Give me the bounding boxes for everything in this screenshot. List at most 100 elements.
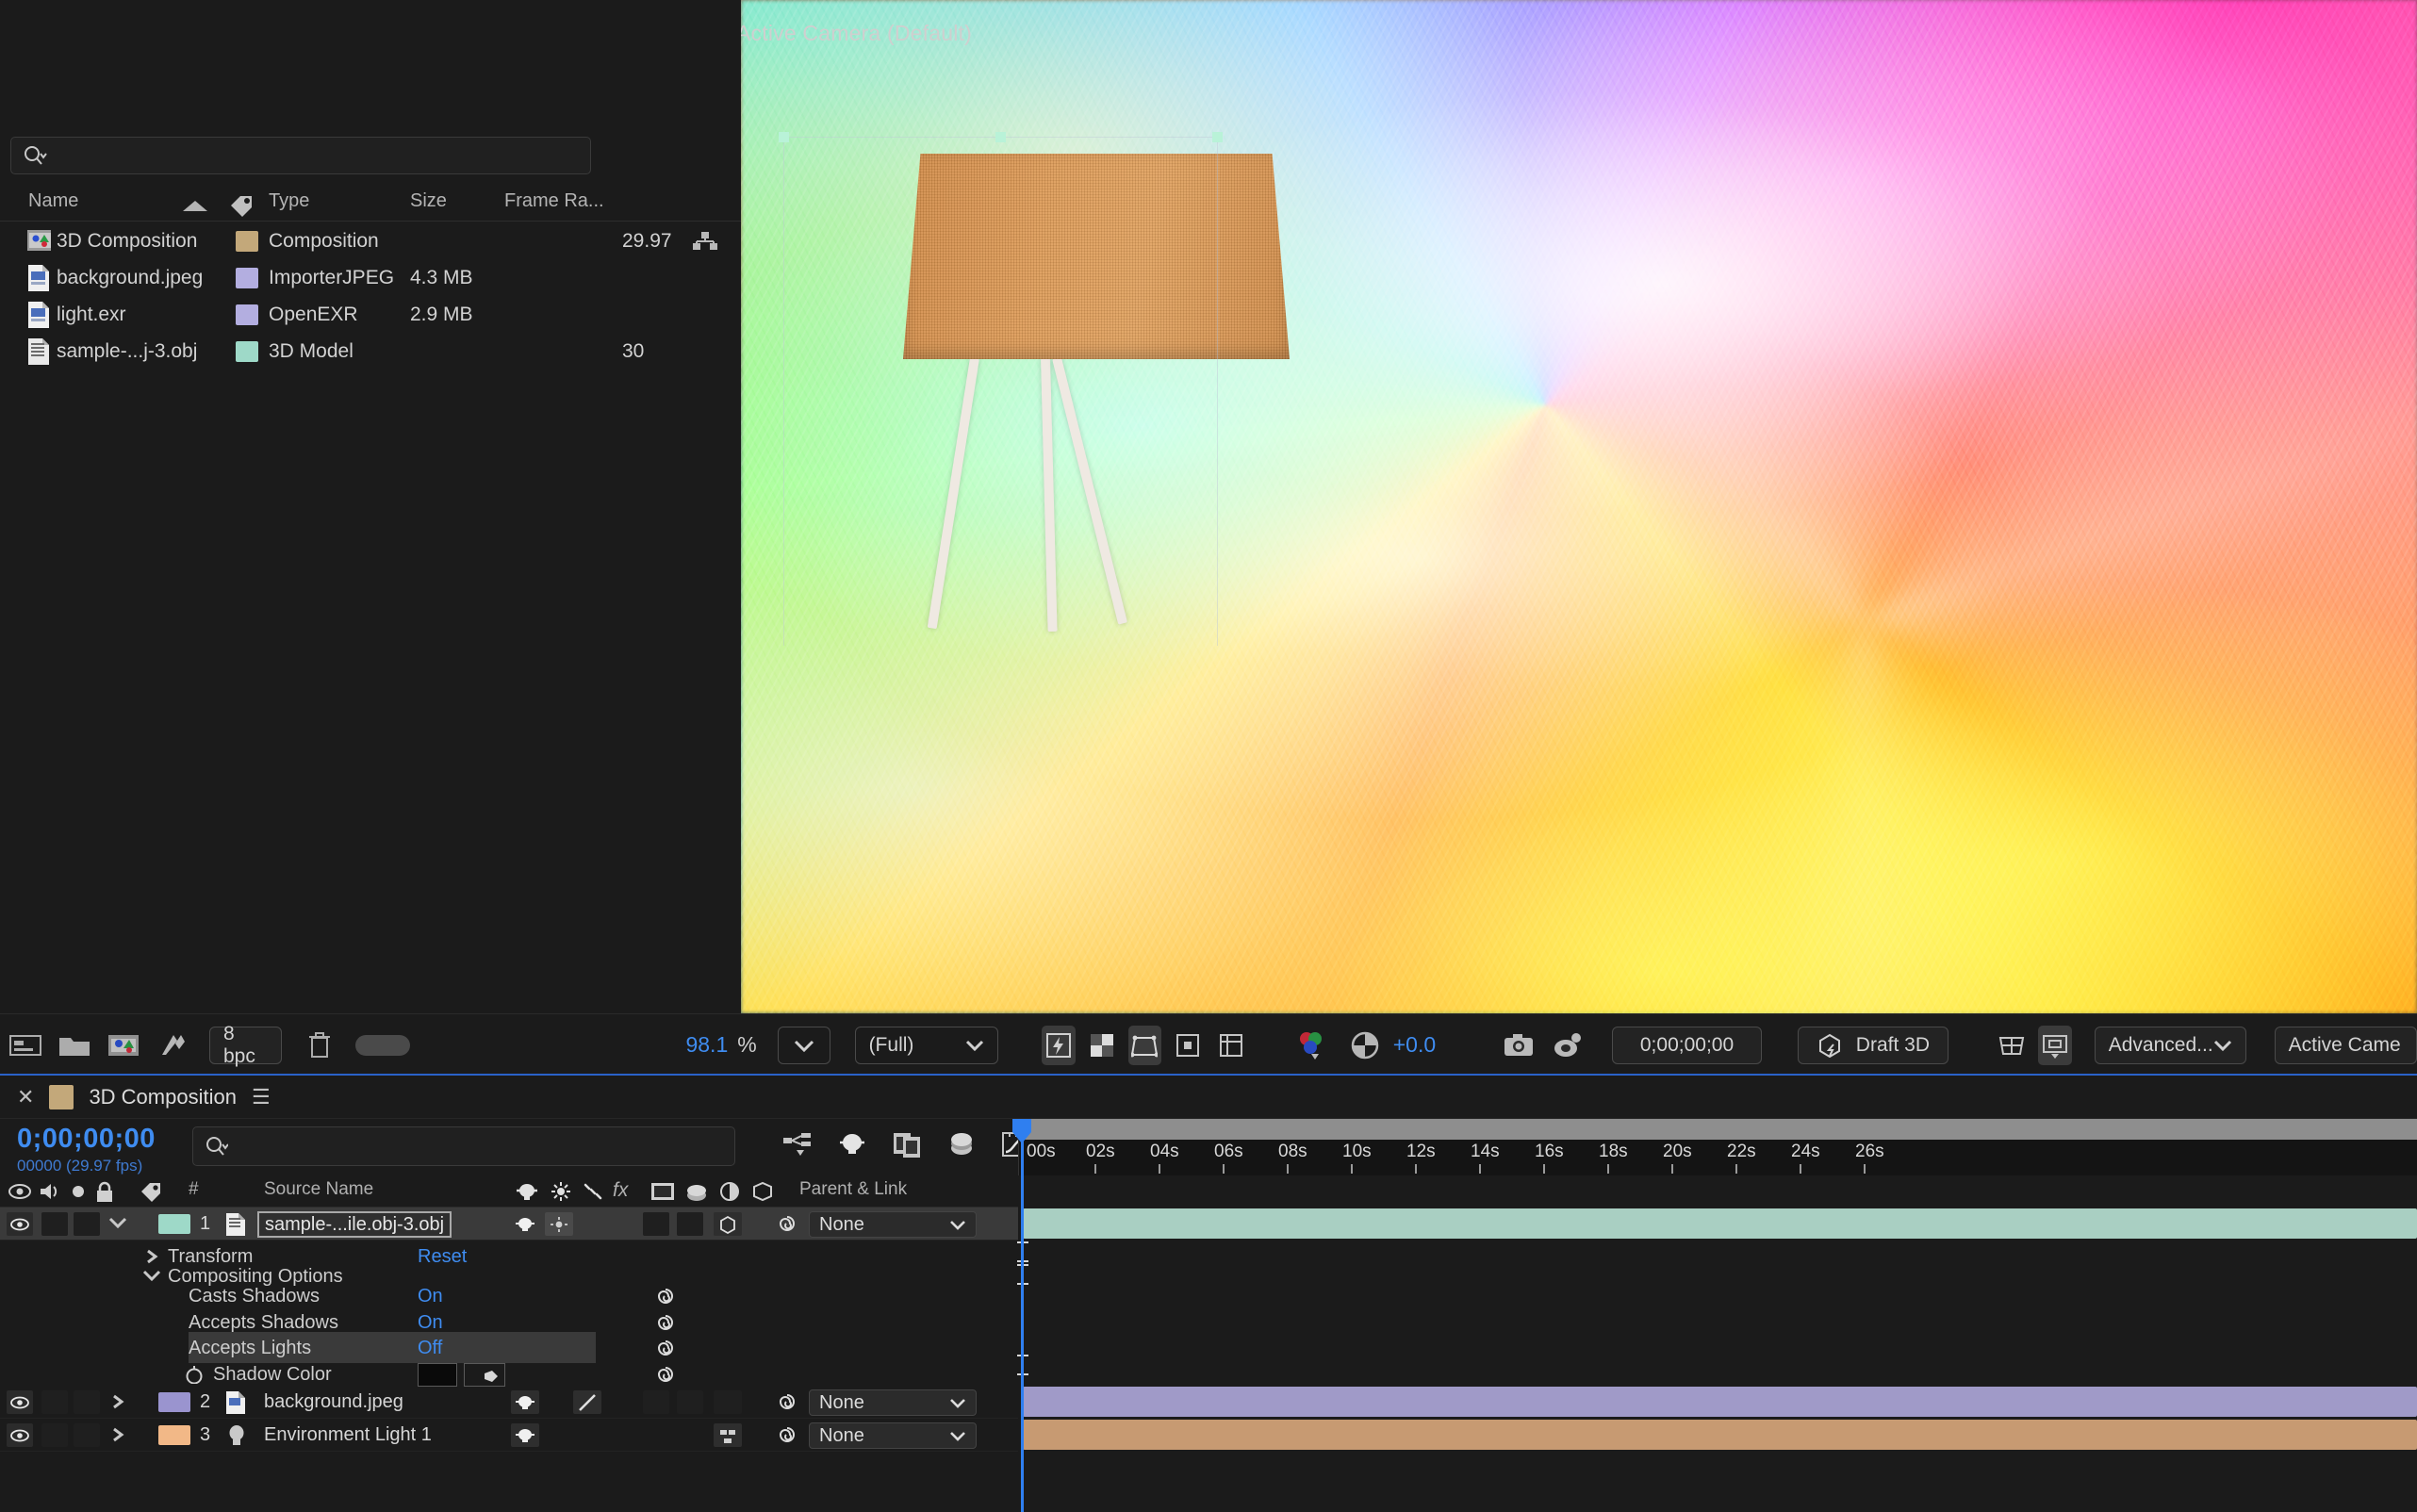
effects-star-icon[interactable] xyxy=(550,1181,572,1202)
layer-shy-toggle[interactable] xyxy=(511,1423,539,1447)
new-folder-icon[interactable] xyxy=(58,1027,90,1064)
project-item-swatch[interactable] xyxy=(236,304,258,325)
camera-framing-icon[interactable] xyxy=(2038,1025,2072,1065)
layer-solo-toggle[interactable] xyxy=(74,1212,100,1236)
column-header-type[interactable]: Type xyxy=(269,190,309,212)
property-pickwhip-icon[interactable] xyxy=(655,1364,676,1385)
property-value[interactable]: On xyxy=(418,1286,443,1307)
panel-menu-icon[interactable]: ☰ xyxy=(252,1085,271,1109)
project-item-row[interactable]: sample-...j-3.obj 3D Model 30 xyxy=(0,334,741,370)
column-header-number[interactable]: # xyxy=(189,1179,199,1200)
layer-visibility-toggle[interactable] xyxy=(7,1212,33,1236)
current-time-indicator-head[interactable] xyxy=(1011,1119,1033,1143)
layer-visibility-toggle[interactable] xyxy=(7,1390,33,1414)
transparency-grid-icon[interactable] xyxy=(1085,1026,1119,1065)
multi-view-icon[interactable] xyxy=(1996,1026,2030,1065)
label-tag-icon[interactable] xyxy=(140,1181,162,1202)
audio-icon[interactable] xyxy=(38,1181,62,1202)
layer-solo-toggle[interactable] xyxy=(74,1423,100,1447)
property-pickwhip-icon[interactable] xyxy=(655,1312,676,1333)
current-time-indicator[interactable] xyxy=(1021,1119,1024,1512)
timeline-layer-row[interactable]: 3 Environment Light 1 None xyxy=(0,1419,1018,1452)
layer-duration-bar[interactable] xyxy=(1023,1387,2417,1417)
selection-handle[interactable] xyxy=(779,132,789,142)
bit-depth-button[interactable]: 8 bpc xyxy=(209,1023,282,1067)
3d-layer-icon[interactable] xyxy=(750,1181,775,1202)
view-options-icon[interactable] xyxy=(1127,1025,1162,1065)
selection-handle[interactable] xyxy=(1212,132,1223,142)
project-item-swatch[interactable] xyxy=(236,268,258,288)
project-scroll-handle[interactable] xyxy=(355,1034,411,1056)
column-header-frame-rate[interactable]: Frame Ra... xyxy=(504,190,604,212)
fast-previews-icon[interactable] xyxy=(1042,1025,1077,1065)
viewer-canvas[interactable]: Y X Z Active Camera (Default) xyxy=(741,0,2417,1013)
motion-blur-stack-icon[interactable] xyxy=(684,1181,709,1202)
sort-ascending-icon[interactable] xyxy=(181,198,209,213)
grid-guides-icon[interactable] xyxy=(1214,1026,1248,1065)
project-item-swatch[interactable] xyxy=(236,231,258,252)
layer-name[interactable]: background.jpeg xyxy=(264,1391,403,1413)
zoom-dropdown[interactable] xyxy=(777,1026,830,1064)
layer-frame-blend-toggle[interactable] xyxy=(643,1390,669,1414)
chevron-right-icon[interactable] xyxy=(109,1393,126,1410)
draft-3d-button[interactable]: Draft 3D xyxy=(1798,1026,1948,1064)
stopwatch-icon[interactable] xyxy=(185,1365,204,1384)
timeline-ruler[interactable]: 00s 02s 04s 06s 08s 10s 12s 14s 16s 18s … xyxy=(1018,1119,2417,1175)
project-search-input[interactable] xyxy=(10,137,591,174)
parent-pickwhip-icon[interactable] xyxy=(777,1391,797,1412)
layer-visibility-toggle[interactable] xyxy=(7,1423,33,1447)
layer-name[interactable]: Environment Light 1 xyxy=(264,1424,432,1446)
layer-parent-dropdown[interactable]: None xyxy=(809,1422,977,1449)
timeline-search-field[interactable] xyxy=(227,1136,723,1157)
parent-pickwhip-icon[interactable] xyxy=(777,1424,797,1445)
frame-blending-icon[interactable] xyxy=(892,1130,922,1159)
eye-icon[interactable] xyxy=(8,1181,32,1202)
layer-3d-toggle[interactable] xyxy=(714,1390,742,1414)
composition-mini-flowchart-icon[interactable] xyxy=(782,1131,813,1158)
layer-parent-dropdown[interactable]: None xyxy=(809,1211,977,1238)
layer-label-swatch[interactable] xyxy=(158,1425,190,1445)
layer-audio-toggle[interactable] xyxy=(41,1212,68,1236)
timeline-layer-row[interactable]: 2 background.jpeg None xyxy=(0,1386,1018,1419)
adjustment-layer-icon[interactable] xyxy=(718,1181,741,1202)
renderer-dropdown[interactable]: Advanced... xyxy=(2094,1026,2246,1064)
column-header-source-name[interactable]: Source Name xyxy=(264,1179,373,1200)
layer-3d-indicator[interactable] xyxy=(714,1423,742,1447)
layer-duration-bar[interactable] xyxy=(1023,1208,2417,1239)
column-header-size[interactable]: Size xyxy=(410,190,447,212)
layer-motion-blur-toggle[interactable] xyxy=(677,1390,703,1414)
viewer-timecode-field[interactable]: 0;00;00;00 xyxy=(1611,1026,1763,1064)
exposure-icon[interactable] xyxy=(1349,1027,1379,1064)
timeline-layer-row[interactable]: 1 sample-...ile.obj-3.obj None xyxy=(0,1208,1018,1241)
adobe-fonts-icon[interactable] xyxy=(156,1027,189,1064)
layer-frame-blend-toggle[interactable] xyxy=(643,1212,669,1236)
render-queue-icon[interactable] xyxy=(9,1027,41,1064)
project-item-row[interactable]: background.jpeg ImporterJPEG 4.3 MB xyxy=(0,260,741,296)
proxy-hierarchy-icon[interactable] xyxy=(693,231,717,252)
layer-label-swatch[interactable] xyxy=(158,1214,190,1234)
layer-audio-toggle[interactable] xyxy=(41,1390,68,1414)
layer-effects-toggle[interactable] xyxy=(545,1212,573,1236)
layer-shy-toggle[interactable] xyxy=(511,1390,539,1414)
zoom-level-value[interactable]: 98.1 xyxy=(685,1032,728,1058)
shadow-color-swatch[interactable] xyxy=(418,1363,457,1387)
column-header-name[interactable]: Name xyxy=(28,190,78,212)
project-item-row[interactable]: light.exr OpenEXR 2.9 MB xyxy=(0,297,741,333)
layer-3d-toggle[interactable] xyxy=(714,1212,742,1236)
chevron-down-icon[interactable] xyxy=(107,1215,128,1230)
layer-shy-toggle[interactable] xyxy=(511,1212,539,1236)
project-item-row[interactable]: 3D Composition Composition 29.97 xyxy=(0,223,741,259)
timeline-search-input[interactable] xyxy=(192,1126,735,1166)
chevron-right-icon[interactable] xyxy=(109,1426,126,1443)
column-header-parent-link[interactable]: Parent & Link xyxy=(799,1179,907,1200)
project-item-swatch[interactable] xyxy=(236,341,258,362)
layer-audio-toggle[interactable] xyxy=(41,1423,68,1447)
timeline-timecode[interactable]: 0;00;00;00 xyxy=(17,1124,156,1155)
property-value[interactable]: On xyxy=(418,1312,443,1334)
shy-icon[interactable] xyxy=(515,1181,539,1202)
layer-parent-dropdown[interactable]: None xyxy=(809,1389,977,1416)
region-of-interest-icon[interactable] xyxy=(1171,1026,1205,1065)
frame-blend-icon[interactable] xyxy=(650,1181,675,1202)
property-value[interactable]: Off xyxy=(418,1338,442,1359)
composition-viewer[interactable]: Y X Z Active Camera (Default) xyxy=(741,0,2417,1013)
